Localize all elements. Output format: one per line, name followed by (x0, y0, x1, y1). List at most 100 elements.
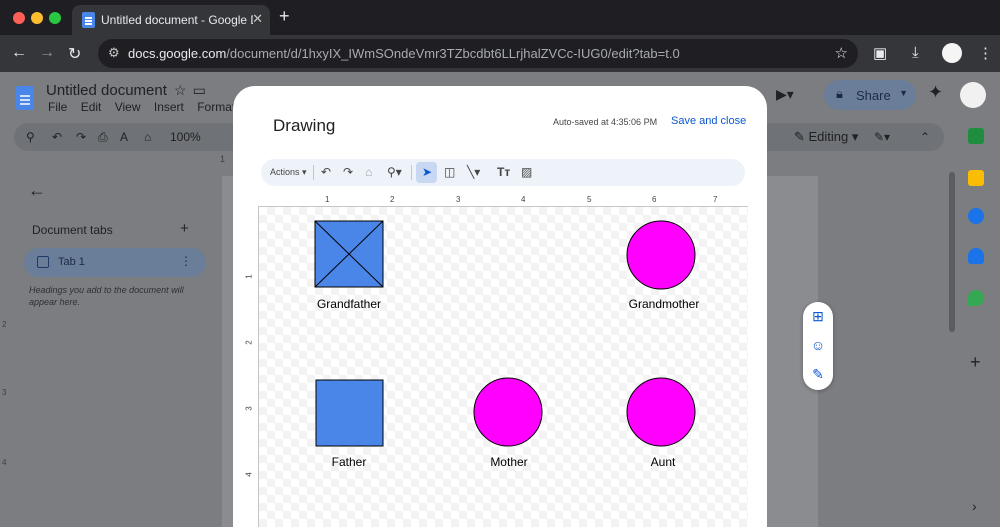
left-ruler-mark: 3 (2, 388, 7, 397)
vertical-scrollbar[interactable] (949, 172, 955, 332)
undo-icon[interactable]: ↶ (52, 130, 62, 144)
mother-shape[interactable] (473, 377, 543, 447)
pencil-icon: ✎ (794, 129, 809, 144)
father-label[interactable]: Father (289, 455, 409, 469)
menu-file[interactable]: File (48, 100, 67, 114)
grandfather-label[interactable]: Grandfather (289, 297, 409, 311)
print-icon[interactable]: ⎙ (98, 130, 108, 145)
tabs-hint-text: Headings you add to the document will ap… (29, 285, 184, 307)
ruler-mark: 7 (713, 195, 718, 204)
grandfather-shape[interactable] (314, 220, 384, 288)
reload-icon[interactable]: ↻ (68, 44, 81, 64)
emoji-icon[interactable]: ☺ (810, 337, 826, 353)
ruler-mark: 4 (244, 472, 254, 477)
collapse-icon[interactable]: ⌃ (920, 130, 930, 144)
redo-icon[interactable]: ↷ (76, 130, 86, 144)
browser-tab[interactable]: Untitled document - Google Docs ✕ (72, 5, 270, 35)
docs-favicon-icon (82, 12, 95, 28)
menu-view[interactable]: View (115, 100, 141, 114)
tab-search-icon[interactable]: ▣ (873, 44, 887, 62)
chevron-down-icon[interactable]: ▼ (899, 88, 908, 98)
window-close-button[interactable] (13, 12, 25, 24)
pen-icon[interactable]: ✎▾ (874, 130, 890, 144)
drawing-canvas[interactable]: Grandfather Grandmother Father Mother Au… (258, 206, 748, 527)
sidebar-item-tab-1[interactable]: Tab 1 ⋮ (24, 248, 206, 277)
calendar-icon[interactable] (968, 128, 984, 144)
mode-select[interactable]: ✎ Editing ▾ (794, 129, 858, 145)
omnibox[interactable]: ⚙ docs.google.com/document/d/1hxyIX_IWmS… (98, 39, 858, 68)
dialog-title: Drawing (273, 116, 336, 135)
url-path: /document/d/1hxyIX_IWmSOndeVmr3TZbcdbt6L… (226, 46, 680, 61)
image-icon[interactable]: ▨ (521, 165, 532, 179)
save-and-close-button[interactable]: Save and close (671, 115, 746, 127)
expand-panel-icon[interactable]: › (972, 498, 977, 514)
drawing-toolbar: Actions ▾ ↶ ↷ ⌂ ⚲▾ ➤ ◫ ╲▾ Tт ▨ (261, 159, 745, 186)
window-minimize-button[interactable] (31, 12, 43, 24)
url-text[interactable]: docs.google.com/document/d/1hxyIX_IWmSOn… (128, 46, 680, 61)
chrome-menu-icon[interactable]: ⋮ (978, 44, 993, 62)
ruler-mark: 3 (456, 195, 461, 204)
shape-tool-icon[interactable]: ◫ (444, 165, 455, 179)
forward-arrow-icon[interactable]: → (39, 44, 55, 62)
actions-label: Actions (270, 167, 300, 177)
grandmother-label[interactable]: Grandmother (604, 297, 724, 311)
share-button[interactable]: 🔒︎ Share ▼ (824, 80, 916, 110)
mother-label[interactable]: Mother (449, 455, 569, 469)
site-info-icon[interactable]: ⚙ (108, 45, 120, 61)
window-maximize-button[interactable] (49, 12, 61, 24)
spellcheck-icon[interactable]: A (120, 130, 128, 144)
meet-icon[interactable]: ▶▾ (776, 86, 794, 103)
ruler-mark: 6 (652, 195, 657, 204)
select-tool-button[interactable]: ➤ (416, 162, 437, 183)
bookmark-star-icon[interactable]: ☆ (835, 44, 848, 62)
father-shape[interactable] (315, 379, 384, 447)
ruler-mark: 1 (244, 274, 254, 279)
ruler-mark: 5 (587, 195, 592, 204)
menu-edit[interactable]: Edit (81, 100, 102, 114)
paint-format-icon[interactable]: ⌂ (144, 130, 151, 144)
back-arrow-icon[interactable]: ← (11, 44, 27, 62)
tasks-icon[interactable] (968, 208, 984, 224)
gemini-icon[interactable]: ✦ (928, 82, 943, 103)
aunt-label[interactable]: Aunt (603, 455, 723, 469)
zoom-select[interactable]: 100% (170, 130, 201, 144)
keep-icon[interactable] (968, 170, 984, 186)
text-box-icon[interactable]: Tт (497, 165, 510, 179)
zoom-icon[interactable]: ⚲▾ (387, 165, 402, 179)
ruler-mark: 3 (244, 406, 254, 411)
more-options-icon[interactable]: ⋮ (180, 254, 192, 268)
docs-logo-icon[interactable] (16, 86, 34, 110)
add-comment-icon[interactable]: ⊞ (810, 308, 826, 324)
move-folder-icon[interactable]: ▭ (193, 82, 212, 98)
document-title[interactable]: Untitled document (46, 82, 167, 99)
redo-icon[interactable]: ↷ (343, 165, 353, 179)
undo-icon[interactable]: ↶ (321, 165, 331, 179)
maps-icon[interactable] (968, 290, 984, 306)
floating-action-bar: ⊞ ☺ ✎ (803, 302, 833, 390)
drawing-dialog: Drawing Auto-saved at 4:35:06 PM Save an… (233, 86, 767, 527)
sidebar-item-label: Tab 1 (58, 256, 85, 268)
add-tab-button[interactable]: + (180, 220, 189, 237)
mode-label: Editing (808, 129, 849, 144)
account-avatar[interactable] (960, 82, 986, 108)
actions-menu[interactable]: Actions ▾ (270, 167, 307, 178)
back-arrow-icon[interactable]: ← (28, 180, 46, 201)
tab-close-icon[interactable]: ✕ (252, 11, 263, 27)
profile-avatar[interactable] (942, 43, 962, 63)
line-tool-icon[interactable]: ╲▾ (467, 165, 480, 179)
aunt-shape[interactable] (626, 377, 696, 447)
drawing-horizontal-ruler: 1 2 3 4 5 6 7 (255, 193, 745, 205)
menu-format[interactable]: Format (197, 100, 235, 114)
menu-insert[interactable]: Insert (154, 100, 184, 114)
download-icon[interactable]: ⤓ (912, 44, 919, 61)
suggest-edit-icon[interactable]: ✎ (810, 366, 826, 382)
new-tab-button[interactable]: + (279, 6, 290, 27)
left-ruler-mark: 4 (2, 458, 7, 467)
star-icon[interactable]: ☆ (174, 82, 193, 98)
grandmother-shape[interactable] (626, 220, 696, 290)
search-icon[interactable]: ⚲ (26, 130, 35, 144)
tab-title: Untitled document - Google Docs (101, 13, 253, 27)
contacts-icon[interactable] (968, 248, 984, 264)
add-apps-icon[interactable]: + (970, 352, 981, 373)
paint-format-icon[interactable]: ⌂ (365, 165, 372, 179)
